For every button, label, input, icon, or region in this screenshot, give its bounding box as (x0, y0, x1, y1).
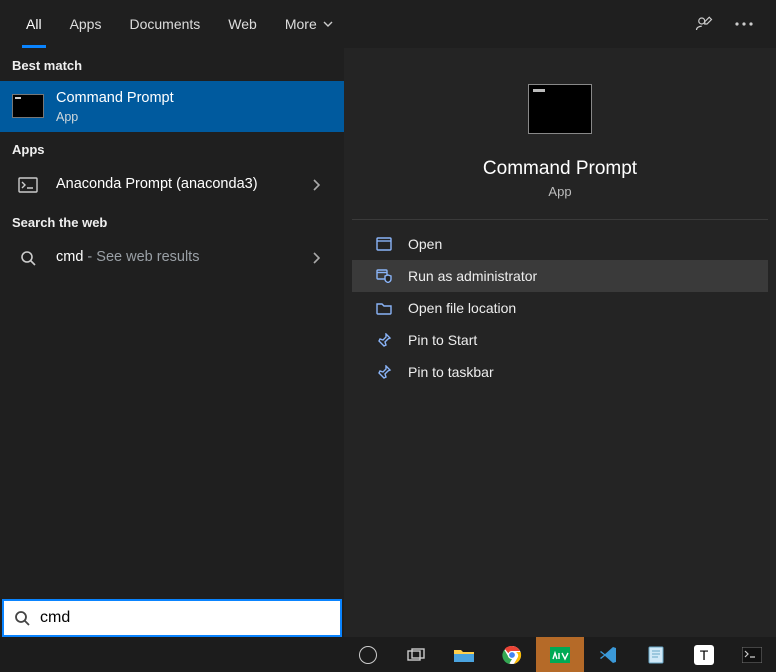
action-label: Open (408, 236, 442, 252)
notepad-icon (648, 646, 664, 664)
search-box[interactable] (2, 599, 342, 637)
taskbar-notepad[interactable] (632, 637, 680, 672)
terminal-icon (12, 173, 44, 197)
result-title: Command Prompt (56, 89, 332, 108)
chevron-right-icon (312, 179, 332, 191)
header-apps: Apps (0, 132, 344, 165)
terminal-icon (742, 647, 762, 663)
action-run-as-administrator[interactable]: Run as administrator (352, 260, 768, 292)
action-label: Pin to Start (408, 332, 477, 348)
result-web-search[interactable]: cmd - See web results (0, 238, 344, 278)
search-tabbar: All Apps Documents Web More (0, 0, 776, 48)
header-best-match: Best match (0, 48, 344, 81)
tab-documents[interactable]: Documents (115, 0, 214, 48)
action-label: Pin to taskbar (408, 364, 494, 380)
action-open-file-location[interactable]: Open file location (352, 292, 768, 324)
pin-taskbar-icon (372, 362, 396, 382)
tab-documents-label: Documents (129, 16, 200, 32)
tab-apps[interactable]: Apps (56, 0, 116, 48)
taskbar-chrome[interactable] (488, 637, 536, 672)
command-prompt-icon (528, 84, 592, 134)
action-label: Open file location (408, 300, 516, 316)
action-label: Run as administrator (408, 268, 537, 284)
preview-title: Command Prompt (483, 158, 637, 180)
action-open[interactable]: Open (352, 228, 768, 260)
taskbar-app-active[interactable] (536, 637, 584, 672)
chrome-icon (502, 645, 522, 665)
chevron-right-icon (312, 252, 332, 264)
tab-apps-label: Apps (70, 16, 102, 32)
result-title: cmd - See web results (56, 248, 312, 267)
web-query-text: cmd (56, 249, 83, 265)
result-anaconda-prompt[interactable]: Anaconda Prompt (anaconda3) (0, 165, 344, 205)
admin-shield-icon (372, 266, 396, 286)
taskbar-task-view[interactable] (392, 637, 440, 672)
action-pin-to-taskbar[interactable]: Pin to taskbar (352, 356, 768, 388)
search-icon (12, 246, 44, 270)
results-pane: Best match Command Prompt App Apps Anaco… (0, 48, 344, 637)
preview-pane: Command Prompt App Open Run as administr… (344, 48, 776, 637)
command-prompt-icon (12, 94, 44, 118)
taskbar-terminal[interactable] (728, 637, 776, 672)
search-content: Best match Command Prompt App Apps Anaco… (0, 48, 776, 637)
tab-more-label: More (285, 16, 317, 32)
pin-start-icon (372, 330, 396, 350)
search-icon (4, 610, 40, 626)
web-suffix-text: - See web results (83, 249, 199, 265)
preview-subtitle: App (548, 184, 571, 199)
search-input[interactable] (40, 609, 340, 627)
tab-more[interactable]: More (271, 0, 347, 48)
result-command-prompt[interactable]: Command Prompt App (0, 81, 344, 132)
text-app-icon: T (694, 645, 714, 665)
open-icon (372, 234, 396, 254)
audio-app-icon (550, 647, 570, 663)
action-pin-to-start[interactable]: Pin to Start (352, 324, 768, 356)
more-options-icon[interactable] (724, 4, 764, 44)
folder-icon (372, 298, 396, 318)
tab-web-label: Web (228, 16, 257, 32)
feedback-icon[interactable] (684, 4, 724, 44)
taskbar-file-explorer[interactable] (440, 637, 488, 672)
svg-text:T: T (700, 647, 709, 663)
header-search-web: Search the web (0, 205, 344, 238)
preview-card: Command Prompt App Open Run as administr… (352, 60, 768, 396)
file-explorer-icon (453, 647, 475, 663)
tab-web[interactable]: Web (214, 0, 271, 48)
taskbar-typora[interactable]: T (680, 637, 728, 672)
tab-all-label: All (26, 16, 42, 32)
taskbar-vscode[interactable] (584, 637, 632, 672)
vscode-icon (598, 645, 618, 665)
taskbar: T (0, 637, 776, 672)
action-list: Open Run as administrator Open file loca… (352, 220, 768, 396)
circle-icon (359, 646, 377, 664)
tab-all[interactable]: All (12, 0, 56, 48)
task-view-icon (407, 648, 425, 662)
result-title: Anaconda Prompt (anaconda3) (56, 175, 312, 194)
chevron-down-icon (323, 21, 333, 27)
result-subtitle: App (56, 110, 332, 124)
taskbar-cortana[interactable] (344, 637, 392, 672)
